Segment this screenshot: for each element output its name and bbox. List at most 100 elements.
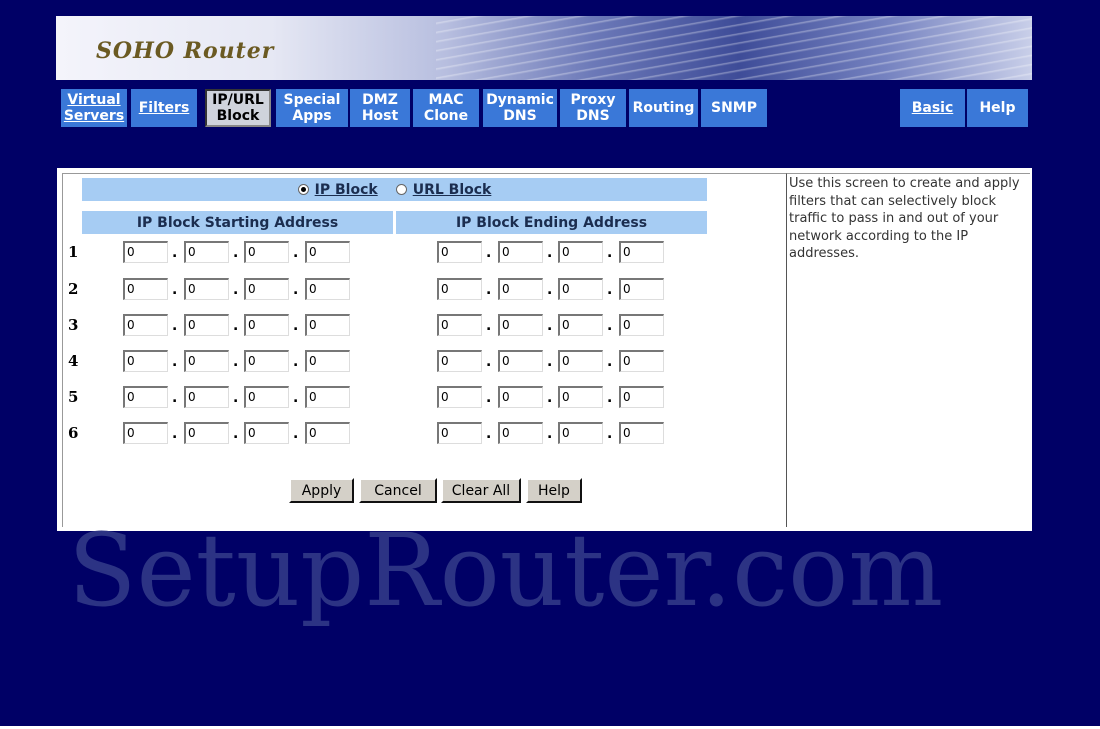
ip-block-label[interactable]: IP Block bbox=[315, 182, 378, 198]
start-ip-octet-3-field[interactable]: 0 bbox=[244, 422, 289, 444]
nav-button-help[interactable]: Help bbox=[967, 89, 1028, 127]
start-ip-octet-4-field[interactable]: 0 bbox=[305, 350, 350, 372]
nav-button-mac-clone[interactable]: MAC Clone bbox=[413, 89, 479, 127]
end-ip-octet-3-field[interactable]: 0 bbox=[558, 422, 603, 444]
ip-block-radio[interactable]: IP Block bbox=[297, 182, 378, 198]
start-address-header: IP Block Starting Address bbox=[82, 211, 393, 234]
end-ip-octet-2-field[interactable]: 0 bbox=[498, 314, 543, 336]
end-ip-octet-2-field[interactable]: 0 bbox=[498, 241, 543, 263]
router-banner: SOHO Router bbox=[56, 16, 1032, 80]
octet-separator: . bbox=[486, 245, 492, 261]
octet-separator: . bbox=[547, 426, 553, 442]
start-ip-octet-1-field[interactable]: 0 bbox=[123, 278, 168, 300]
octet-separator: . bbox=[486, 390, 492, 406]
start-ip-octet-1-field[interactable]: 0 bbox=[123, 422, 168, 444]
cancel-button[interactable]: Cancel bbox=[359, 478, 437, 503]
start-ip-octet-4-field[interactable]: 0 bbox=[305, 422, 350, 444]
row-number: 1 bbox=[68, 243, 79, 261]
row-number: 4 bbox=[68, 352, 79, 370]
start-ip-octet-3-field[interactable]: 0 bbox=[244, 314, 289, 336]
nav-button-basic[interactable]: Basic bbox=[900, 89, 965, 127]
start-ip-octet-3-field[interactable]: 0 bbox=[244, 386, 289, 408]
end-ip-octet-3-field[interactable]: 0 bbox=[558, 386, 603, 408]
octet-separator: . bbox=[486, 426, 492, 442]
url-block-label[interactable]: URL Block bbox=[413, 182, 492, 198]
url-block-radio-dot[interactable] bbox=[395, 184, 407, 195]
octet-separator: . bbox=[172, 318, 178, 334]
start-ip-octet-4-field[interactable]: 0 bbox=[305, 241, 350, 263]
end-ip-octet-4-field[interactable]: 0 bbox=[619, 278, 664, 300]
octet-separator: . bbox=[607, 354, 613, 370]
start-ip-octet-3-field[interactable]: 0 bbox=[244, 278, 289, 300]
octet-separator: . bbox=[293, 390, 299, 406]
end-ip-octet-3-field[interactable]: 0 bbox=[558, 350, 603, 372]
nav-button-routing[interactable]: Routing bbox=[629, 89, 698, 127]
start-ip-octet-1-field[interactable]: 0 bbox=[123, 241, 168, 263]
start-ip-octet-4-field[interactable]: 0 bbox=[305, 278, 350, 300]
end-ip-octet-4-field[interactable]: 0 bbox=[619, 422, 664, 444]
octet-separator: . bbox=[172, 282, 178, 298]
nav-button-ip-url-block[interactable]: IP/URL Block bbox=[205, 89, 271, 127]
octet-separator: . bbox=[233, 390, 239, 406]
start-ip-octet-2-field[interactable]: 0 bbox=[184, 422, 229, 444]
start-ip-octet-1-field[interactable]: 0 bbox=[123, 350, 168, 372]
row-number: 5 bbox=[68, 388, 79, 406]
nav-button-snmp[interactable]: SNMP bbox=[701, 89, 767, 127]
nav-button-dmz-host[interactable]: DMZ Host bbox=[350, 89, 410, 127]
nav-button-special-apps[interactable]: Special Apps bbox=[276, 89, 348, 127]
apply-button[interactable]: Apply bbox=[289, 478, 354, 503]
start-ip-octet-3-field[interactable]: 0 bbox=[244, 241, 289, 263]
end-ip-octet-4-field[interactable]: 0 bbox=[619, 350, 664, 372]
start-ip-octet-2-field[interactable]: 0 bbox=[184, 386, 229, 408]
end-ip-octet-1-field[interactable]: 0 bbox=[437, 386, 482, 408]
end-ip-octet-1-field[interactable]: 0 bbox=[437, 422, 482, 444]
octet-separator: . bbox=[547, 390, 553, 406]
end-ip-octet-4-field[interactable]: 0 bbox=[619, 386, 664, 408]
octet-separator: . bbox=[172, 390, 178, 406]
end-ip-octet-4-field[interactable]: 0 bbox=[619, 314, 664, 336]
octet-separator: . bbox=[293, 282, 299, 298]
nav-button-virtual-servers[interactable]: Virtual Servers bbox=[61, 89, 127, 127]
start-ip-octet-2-field[interactable]: 0 bbox=[184, 278, 229, 300]
start-ip-octet-2-field[interactable]: 0 bbox=[184, 314, 229, 336]
octet-separator: . bbox=[607, 282, 613, 298]
end-ip-octet-3-field[interactable]: 0 bbox=[558, 278, 603, 300]
main-panel: IP Block URL Block IP Block Starting Add… bbox=[57, 168, 1032, 531]
end-ip-octet-1-field[interactable]: 0 bbox=[437, 314, 482, 336]
ip-block-radio-dot[interactable] bbox=[297, 184, 309, 195]
nav-button-dynamic-dns[interactable]: Dynamic DNS bbox=[483, 89, 557, 127]
octet-separator: . bbox=[486, 354, 492, 370]
end-ip-octet-4-field[interactable]: 0 bbox=[619, 241, 664, 263]
start-ip-octet-1-field[interactable]: 0 bbox=[123, 386, 168, 408]
start-ip-octet-2-field[interactable]: 0 bbox=[184, 241, 229, 263]
end-ip-octet-1-field[interactable]: 0 bbox=[437, 241, 482, 263]
end-ip-octet-3-field[interactable]: 0 bbox=[558, 314, 603, 336]
nav-button-proxy-dns[interactable]: Proxy DNS bbox=[560, 89, 626, 127]
start-ip-octet-4-field[interactable]: 0 bbox=[305, 386, 350, 408]
octet-separator: . bbox=[486, 282, 492, 298]
end-ip-octet-2-field[interactable]: 0 bbox=[498, 386, 543, 408]
url-block-radio[interactable]: URL Block bbox=[395, 182, 492, 198]
nav-button-filters[interactable]: Filters bbox=[131, 89, 197, 127]
octet-separator: . bbox=[172, 354, 178, 370]
end-ip-octet-2-field[interactable]: 0 bbox=[498, 278, 543, 300]
end-ip-octet-1-field[interactable]: 0 bbox=[437, 278, 482, 300]
clear-all-button[interactable]: Clear All bbox=[441, 478, 521, 503]
start-ip-octet-1-field[interactable]: 0 bbox=[123, 314, 168, 336]
octet-separator: . bbox=[486, 318, 492, 334]
end-ip-octet-1-field[interactable]: 0 bbox=[437, 350, 482, 372]
row-number: 2 bbox=[68, 280, 79, 298]
octet-separator: . bbox=[233, 426, 239, 442]
octet-separator: . bbox=[233, 354, 239, 370]
router-logo: SOHO Router bbox=[96, 38, 275, 64]
octet-separator: . bbox=[607, 390, 613, 406]
octet-separator: . bbox=[293, 426, 299, 442]
start-ip-octet-2-field[interactable]: 0 bbox=[184, 350, 229, 372]
end-ip-octet-2-field[interactable]: 0 bbox=[498, 350, 543, 372]
start-ip-octet-4-field[interactable]: 0 bbox=[305, 314, 350, 336]
end-ip-octet-2-field[interactable]: 0 bbox=[498, 422, 543, 444]
octet-separator: . bbox=[172, 245, 178, 261]
end-ip-octet-3-field[interactable]: 0 bbox=[558, 241, 603, 263]
start-ip-octet-3-field[interactable]: 0 bbox=[244, 350, 289, 372]
help-button[interactable]: Help bbox=[526, 478, 582, 503]
